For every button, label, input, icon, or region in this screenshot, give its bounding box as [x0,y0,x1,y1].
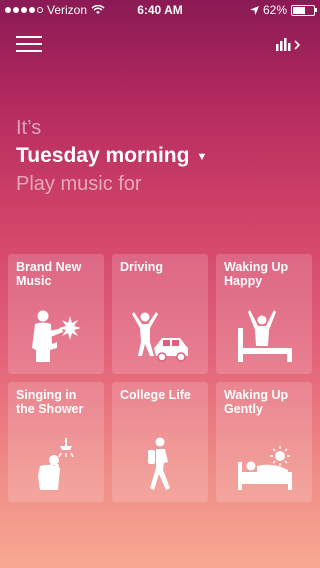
tile-college-life[interactable]: College Life [112,382,208,502]
person-jumping-from-bed-icon [238,310,292,362]
person-in-bed-with-sun-icon [238,446,292,490]
intro: It’s Tuesday morning ▼ Play music for [16,116,207,196]
tile-waking-up-gently[interactable]: Waking Up Gently [216,382,312,502]
tile-waking-up-happy[interactable]: Waking Up Happy [216,254,312,374]
day-label: Tuesday morning [16,144,190,167]
status-bar: Verizon 6:40 AM 62% [0,0,320,20]
tile-singing-in-the-shower[interactable]: Singing in the Shower [8,382,104,502]
stats-button[interactable] [274,36,304,52]
tile-driving[interactable]: Driving [112,254,208,374]
tile-label: Brand New Music [16,260,82,288]
hamburger-menu-icon [16,36,42,38]
bar-chart-icon [276,38,301,51]
tile-label: Waking Up Happy [224,260,289,288]
status-right: 62% [249,3,317,17]
menu-button[interactable] [16,36,42,52]
person-with-car-icon [132,312,188,362]
student-walking-icon [148,437,170,490]
battery-icon [291,4,317,16]
tile-brand-new-music[interactable]: Brand New Music [8,254,104,374]
intro-prompt: Play music for [16,173,142,195]
person-singing-in-shower-icon [38,438,74,490]
tile-label: Driving [120,260,164,274]
tile-label: College Life [120,388,191,402]
playlist-grid: Brand New Music Driving Waking Up Happy … [8,254,312,502]
chevron-down-icon: ▼ [196,151,208,163]
tile-label: Singing in the Shower [16,388,84,416]
location-arrow-icon [249,5,259,15]
intro-lead: It’s [16,117,42,139]
person-with-sparkle-icon [32,310,81,362]
tile-label: Waking Up Gently [224,388,289,416]
day-selector[interactable]: Tuesday morning ▼ [16,140,207,172]
battery-percent: 62% [262,3,287,17]
